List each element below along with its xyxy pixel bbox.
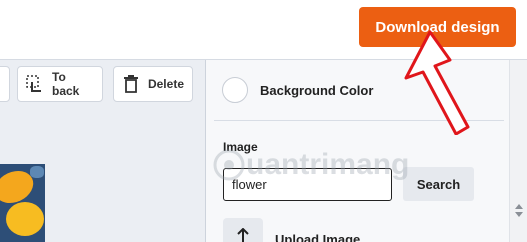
background-color-label: Background Color [260, 82, 374, 98]
divider [214, 120, 504, 121]
image-search-input[interactable] [223, 168, 392, 201]
upload-image-label: Upload Image [275, 232, 361, 242]
scroll-down-arrow[interactable] [515, 212, 523, 217]
upload-button[interactable] [223, 218, 263, 242]
search-button[interactable]: Search [403, 167, 474, 201]
toolbar-button-partial[interactable] [0, 66, 10, 102]
top-bar: Download design [0, 0, 527, 60]
background-color-row[interactable]: Background Color [222, 76, 373, 104]
panel-scrollbar[interactable] [509, 60, 527, 242]
download-design-button[interactable]: Download design [359, 7, 516, 47]
to-back-label: To back [52, 70, 80, 98]
delete-button[interactable]: Delete [113, 66, 193, 102]
to-back-button[interactable]: To back [17, 66, 103, 102]
panel-card: Background Color Image Search Upload Ima… [206, 60, 509, 242]
trash-icon [122, 75, 140, 93]
send-to-back-icon [26, 75, 44, 93]
canvas-area: To back Delete [0, 60, 206, 242]
color-swatch[interactable] [222, 77, 248, 103]
scroll-up-arrow[interactable] [515, 204, 523, 209]
upload-arrow-icon [237, 227, 249, 242]
delete-label: Delete [147, 77, 184, 91]
canvas-image[interactable] [0, 164, 45, 242]
image-section-label: Image [223, 140, 258, 154]
properties-panel: Background Color Image Search Upload Ima… [206, 60, 527, 242]
